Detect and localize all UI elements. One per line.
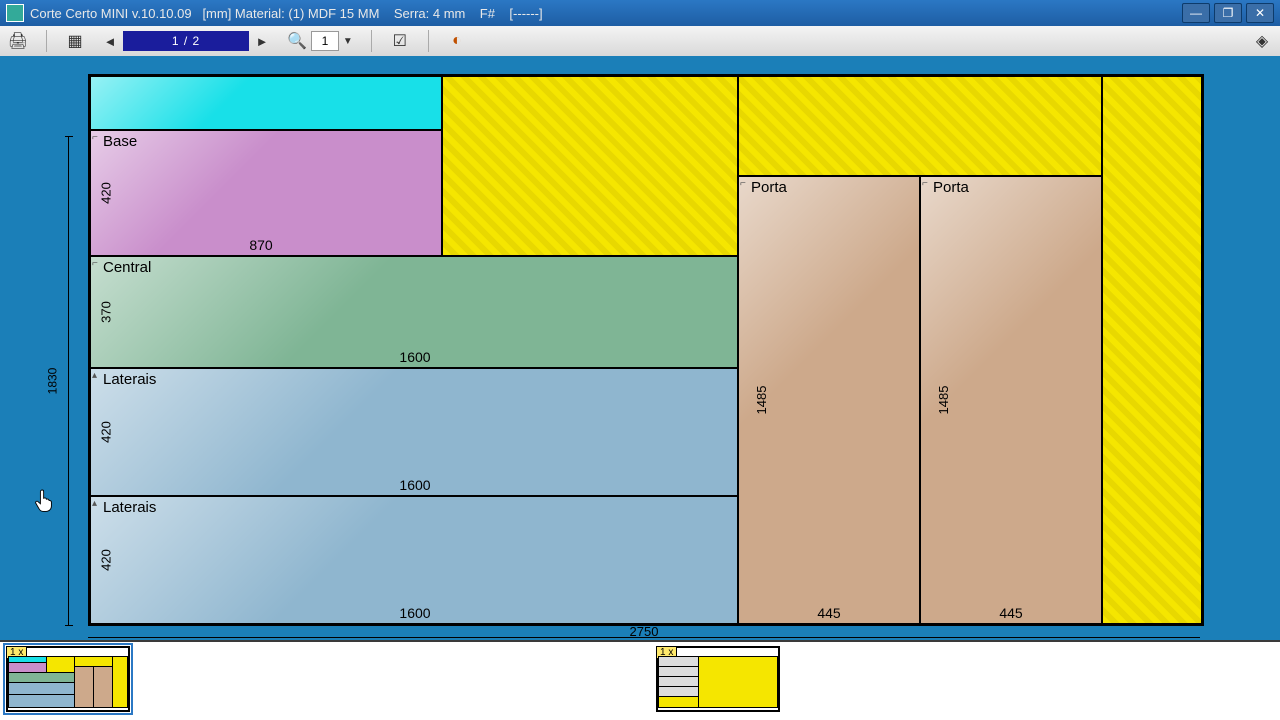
- page-navigator: ◄ 1 / 2 ►: [103, 31, 269, 51]
- print-icon[interactable]: 🖨: [8, 31, 28, 51]
- piece-label: Porta: [933, 179, 969, 196]
- help-icon[interactable]: ◐: [447, 31, 467, 51]
- piece-height: 370: [98, 301, 113, 323]
- zoom-value[interactable]: 1: [311, 31, 339, 51]
- piece-porta-1[interactable]: ⌐ Porta 1485 445: [738, 176, 920, 624]
- piece-height: 1485: [754, 386, 769, 415]
- zoom-control: 🔍 1 ▼: [287, 31, 353, 51]
- piece-laterais-2[interactable]: ▴ Laterais 420 1600: [90, 496, 738, 624]
- grain-icon: ⌐: [922, 178, 928, 189]
- offcut-yellow-1[interactable]: [442, 76, 738, 256]
- close-button[interactable]: ✕: [1246, 3, 1274, 23]
- piece-label: Central: [103, 259, 151, 276]
- piece-width: 1600: [399, 349, 430, 365]
- maximize-button[interactable]: ❐: [1214, 3, 1242, 23]
- grain-icon: ⌐: [740, 178, 746, 189]
- sheet-height-ruler: 1830: [68, 136, 83, 626]
- piece-label: Laterais: [103, 499, 156, 516]
- separator: [428, 30, 429, 52]
- separator: [371, 30, 372, 52]
- piece-porta-2[interactable]: ⌐ Porta 1485 445: [920, 176, 1102, 624]
- minimize-button[interactable]: —: [1182, 3, 1210, 23]
- layers-icon[interactable]: ◈: [1252, 31, 1272, 51]
- page-next-button[interactable]: ►: [255, 34, 269, 49]
- cursor-hand-icon: [34, 488, 56, 514]
- piece-central[interactable]: ⌐ Central 370 1600: [90, 256, 738, 368]
- piece-height: 420: [98, 549, 113, 571]
- piece-base[interactable]: ⌐ Base 420 870: [90, 130, 442, 256]
- grain-icon: ⌐: [92, 258, 98, 269]
- piece-height: 420: [98, 182, 113, 204]
- offcut-yellow-2[interactable]: [738, 76, 1102, 176]
- piece-width: 1600: [399, 605, 430, 621]
- toolbar: 🖨 ▦ ◄ 1 / 2 ► 🔍 1 ▼ ☑ ◐ ◈: [0, 26, 1280, 57]
- piece-height: 1485: [936, 386, 951, 415]
- piece-label: Porta: [751, 179, 787, 196]
- piece-width: 445: [817, 605, 840, 621]
- sheet-thumbnails: 1 x 1 x: [0, 640, 1280, 720]
- piece-label: Laterais: [103, 371, 156, 388]
- separator: [46, 30, 47, 52]
- check-icon[interactable]: ☑: [390, 31, 410, 51]
- offcut-yellow-3[interactable]: [1102, 76, 1202, 624]
- piece-width: 1600: [399, 477, 430, 493]
- page-indicator[interactable]: 1 / 2: [123, 31, 249, 51]
- grain-icon: ▴: [92, 370, 97, 381]
- sheet-height-label: 1830: [45, 368, 59, 395]
- piece-scrap-cyan[interactable]: [90, 76, 442, 130]
- thumbnail-sheet-1[interactable]: 1 x: [6, 646, 130, 712]
- sheet-width-label: 2750: [630, 624, 659, 639]
- zoom-dropdown[interactable]: ▼: [343, 36, 353, 47]
- work-area: 1830 2750 ⌐ Base 420 870 ⌐ Central 370 1…: [0, 56, 1280, 640]
- thumbnail-sheet-2[interactable]: 1 x: [656, 646, 780, 712]
- window-titlebar: Corte Certo MINI v.10.10.09 [mm] Materia…: [0, 0, 1280, 26]
- window-title: Corte Certo MINI v.10.10.09 [mm] Materia…: [30, 6, 543, 21]
- grain-icon: ⌐: [92, 132, 98, 143]
- piece-width: 870: [249, 237, 272, 253]
- piece-laterais-1[interactable]: ▴ Laterais 420 1600: [90, 368, 738, 496]
- app-icon: [6, 4, 24, 22]
- grain-icon: ▴: [92, 498, 97, 509]
- piece-height: 420: [98, 421, 113, 443]
- cutting-sheet[interactable]: ⌐ Base 420 870 ⌐ Central 370 1600 ▴ Late…: [88, 74, 1204, 626]
- page-prev-button[interactable]: ◄: [103, 34, 117, 49]
- piece-width: 445: [999, 605, 1022, 621]
- zoom-icon[interactable]: 🔍: [287, 31, 307, 51]
- piece-label: Base: [103, 133, 137, 150]
- palette-icon[interactable]: ▦: [65, 31, 85, 51]
